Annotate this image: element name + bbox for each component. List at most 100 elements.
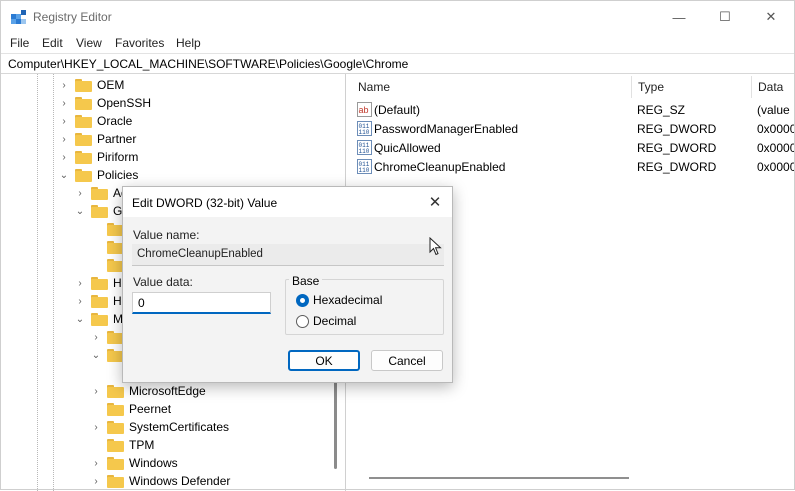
folder-icon bbox=[75, 78, 92, 92]
chevron-down-icon[interactable]: ⌄ bbox=[59, 170, 69, 181]
tree-item[interactable]: ⌄ Mi bbox=[75, 310, 126, 328]
chevron-down-icon[interactable]: ⌄ bbox=[75, 314, 85, 325]
folder-icon bbox=[75, 132, 92, 146]
tree-item[interactable]: › Partner bbox=[59, 130, 136, 148]
tree-item-label: SystemCertificates bbox=[129, 420, 230, 434]
value-data: 0x0000 bbox=[757, 160, 794, 174]
address-bar[interactable]: Computer\HKEY_LOCAL_MACHINE\SOFTWARE\Pol… bbox=[1, 53, 794, 74]
decimal-radio[interactable]: Decimal bbox=[296, 313, 356, 329]
chevron-right-icon[interactable]: › bbox=[91, 476, 101, 487]
svg-text:110: 110 bbox=[359, 148, 370, 155]
tree-item[interactable]: ⌄ Go bbox=[75, 202, 129, 220]
hexadecimal-label: Hexadecimal bbox=[313, 293, 383, 307]
value-name: ChromeCleanupEnabled bbox=[374, 160, 506, 174]
hexadecimal-radio[interactable]: Hexadecimal bbox=[296, 292, 382, 308]
folder-icon bbox=[107, 420, 124, 434]
chevron-down-icon[interactable]: ⌄ bbox=[91, 350, 101, 361]
decimal-label: Decimal bbox=[313, 314, 357, 328]
menu-bar: File Edit View Favorites Help bbox=[1, 33, 794, 53]
tree-item[interactable]: › Windows Defender bbox=[91, 472, 230, 490]
folder-icon bbox=[107, 456, 124, 470]
tree-item[interactable]: › MicrosoftEdge bbox=[91, 382, 205, 400]
tree-scrollbar-thumb[interactable] bbox=[334, 379, 337, 469]
column-header-type[interactable]: Type bbox=[631, 74, 751, 99]
chevron-right-icon[interactable]: › bbox=[75, 188, 85, 199]
cancel-button[interactable]: Cancel bbox=[371, 350, 443, 371]
menu-view[interactable]: View bbox=[76, 36, 102, 50]
ok-button[interactable]: OK bbox=[288, 350, 360, 371]
radio-unselected-icon[interactable] bbox=[296, 314, 309, 328]
folder-icon bbox=[91, 186, 108, 200]
dialog-close-button[interactable]: ✕ bbox=[423, 191, 447, 213]
value-name: PasswordManagerEnabled bbox=[374, 122, 519, 136]
chevron-right-icon[interactable]: › bbox=[59, 98, 69, 109]
chevron-right-icon[interactable]: › bbox=[59, 80, 69, 91]
value-row[interactable]: 011 110 PasswordManagerEnabled REG_DWORD … bbox=[351, 119, 794, 138]
tree-item[interactable]: › Windows bbox=[91, 454, 178, 472]
tree-item-label: Oracle bbox=[97, 114, 133, 128]
tree-item[interactable]: › OEM bbox=[59, 76, 124, 94]
tree-guide-line bbox=[53, 74, 54, 491]
registry-editor-icon bbox=[11, 10, 26, 24]
list-scrollbar-thumb[interactable] bbox=[369, 477, 629, 479]
maximize-button[interactable]: ☐ bbox=[702, 1, 748, 33]
dword-value-icon: 011110 bbox=[357, 159, 372, 174]
value-type: REG_DWORD bbox=[637, 122, 717, 136]
svg-text:110: 110 bbox=[359, 129, 370, 136]
svg-text:ab: ab bbox=[359, 105, 369, 115]
tree-item-label: OpenSSH bbox=[97, 96, 152, 110]
chevron-right-icon[interactable]: › bbox=[59, 134, 69, 145]
chevron-down-icon[interactable]: ⌄ bbox=[75, 206, 85, 217]
tree-item[interactable]: › SystemCertificates bbox=[91, 418, 229, 436]
chevron-right-icon[interactable]: › bbox=[59, 152, 69, 163]
folder-icon bbox=[75, 114, 92, 128]
tree-item[interactable]: › OpenSSH bbox=[59, 94, 151, 112]
chevron-right-icon[interactable]: › bbox=[91, 332, 101, 343]
tree-item[interactable]: › Piriform bbox=[59, 148, 138, 166]
chevron-right-icon[interactable]: › bbox=[91, 422, 101, 433]
folder-icon bbox=[107, 438, 124, 452]
address-path[interactable]: Computer\HKEY_LOCAL_MACHINE\SOFTWARE\Pol… bbox=[8, 57, 408, 71]
registry-editor-window: Registry Editor — ☐ ✕ File Edit View Fav… bbox=[0, 0, 795, 491]
menu-edit[interactable]: Edit bbox=[42, 36, 63, 50]
tree-item[interactable]: ⌄ Policies bbox=[59, 166, 139, 184]
value-row[interactable]: 011 110 ChromeCleanupEnabled REG_DWORD 0x… bbox=[351, 157, 794, 176]
value-row[interactable]: 011 110 QuicAllowed REG_DWORD 0x0000 bbox=[351, 138, 794, 157]
value-name: QuicAllowed bbox=[374, 141, 441, 155]
menu-favorites[interactable]: Favorites bbox=[115, 36, 164, 50]
tree-item[interactable]: › He bbox=[75, 274, 128, 292]
radio-selected-icon[interactable] bbox=[296, 293, 309, 307]
value-data: (value bbox=[757, 103, 790, 117]
tree-item[interactable]: › Ad bbox=[75, 184, 127, 202]
tree-item[interactable]: › Oracle bbox=[59, 112, 132, 130]
chevron-right-icon[interactable]: › bbox=[91, 458, 101, 469]
tree-item-label: TPM bbox=[129, 438, 155, 452]
column-header-data[interactable]: Data bbox=[751, 74, 794, 99]
menu-help[interactable]: Help bbox=[176, 36, 201, 50]
folder-icon bbox=[107, 474, 124, 488]
value-type: REG_DWORD bbox=[637, 141, 717, 155]
dialog-title-bar[interactable]: Edit DWORD (32-bit) Value ✕ bbox=[123, 187, 452, 217]
value-name: (Default) bbox=[374, 103, 421, 117]
tree-item[interactable]: Peernet bbox=[91, 400, 171, 418]
minimize-button[interactable]: — bbox=[656, 1, 702, 33]
folder-icon bbox=[107, 402, 124, 416]
close-button[interactable]: ✕ bbox=[748, 1, 794, 33]
column-header-name[interactable]: Name bbox=[351, 74, 631, 99]
title-bar[interactable]: Registry Editor — ☐ ✕ bbox=[1, 1, 794, 33]
dword-value-icon: 011110 bbox=[357, 140, 372, 155]
chevron-right-icon[interactable]: › bbox=[75, 296, 85, 307]
value-type: REG_SZ bbox=[637, 103, 686, 117]
value-row[interactable]: ab (Default) REG_SZ (value bbox=[351, 100, 794, 119]
chevron-right-icon[interactable]: › bbox=[59, 116, 69, 127]
value-data-input[interactable] bbox=[132, 292, 271, 314]
chevron-right-icon[interactable]: › bbox=[75, 278, 85, 289]
tree-item[interactable]: TPM bbox=[91, 436, 154, 454]
chevron-right-icon[interactable]: › bbox=[91, 386, 101, 397]
tree-item-label: Windows bbox=[129, 456, 178, 470]
menu-file[interactable]: File bbox=[10, 36, 29, 50]
tree-item-label: Windows Defender bbox=[129, 474, 231, 488]
base-label: Base bbox=[289, 274, 323, 288]
